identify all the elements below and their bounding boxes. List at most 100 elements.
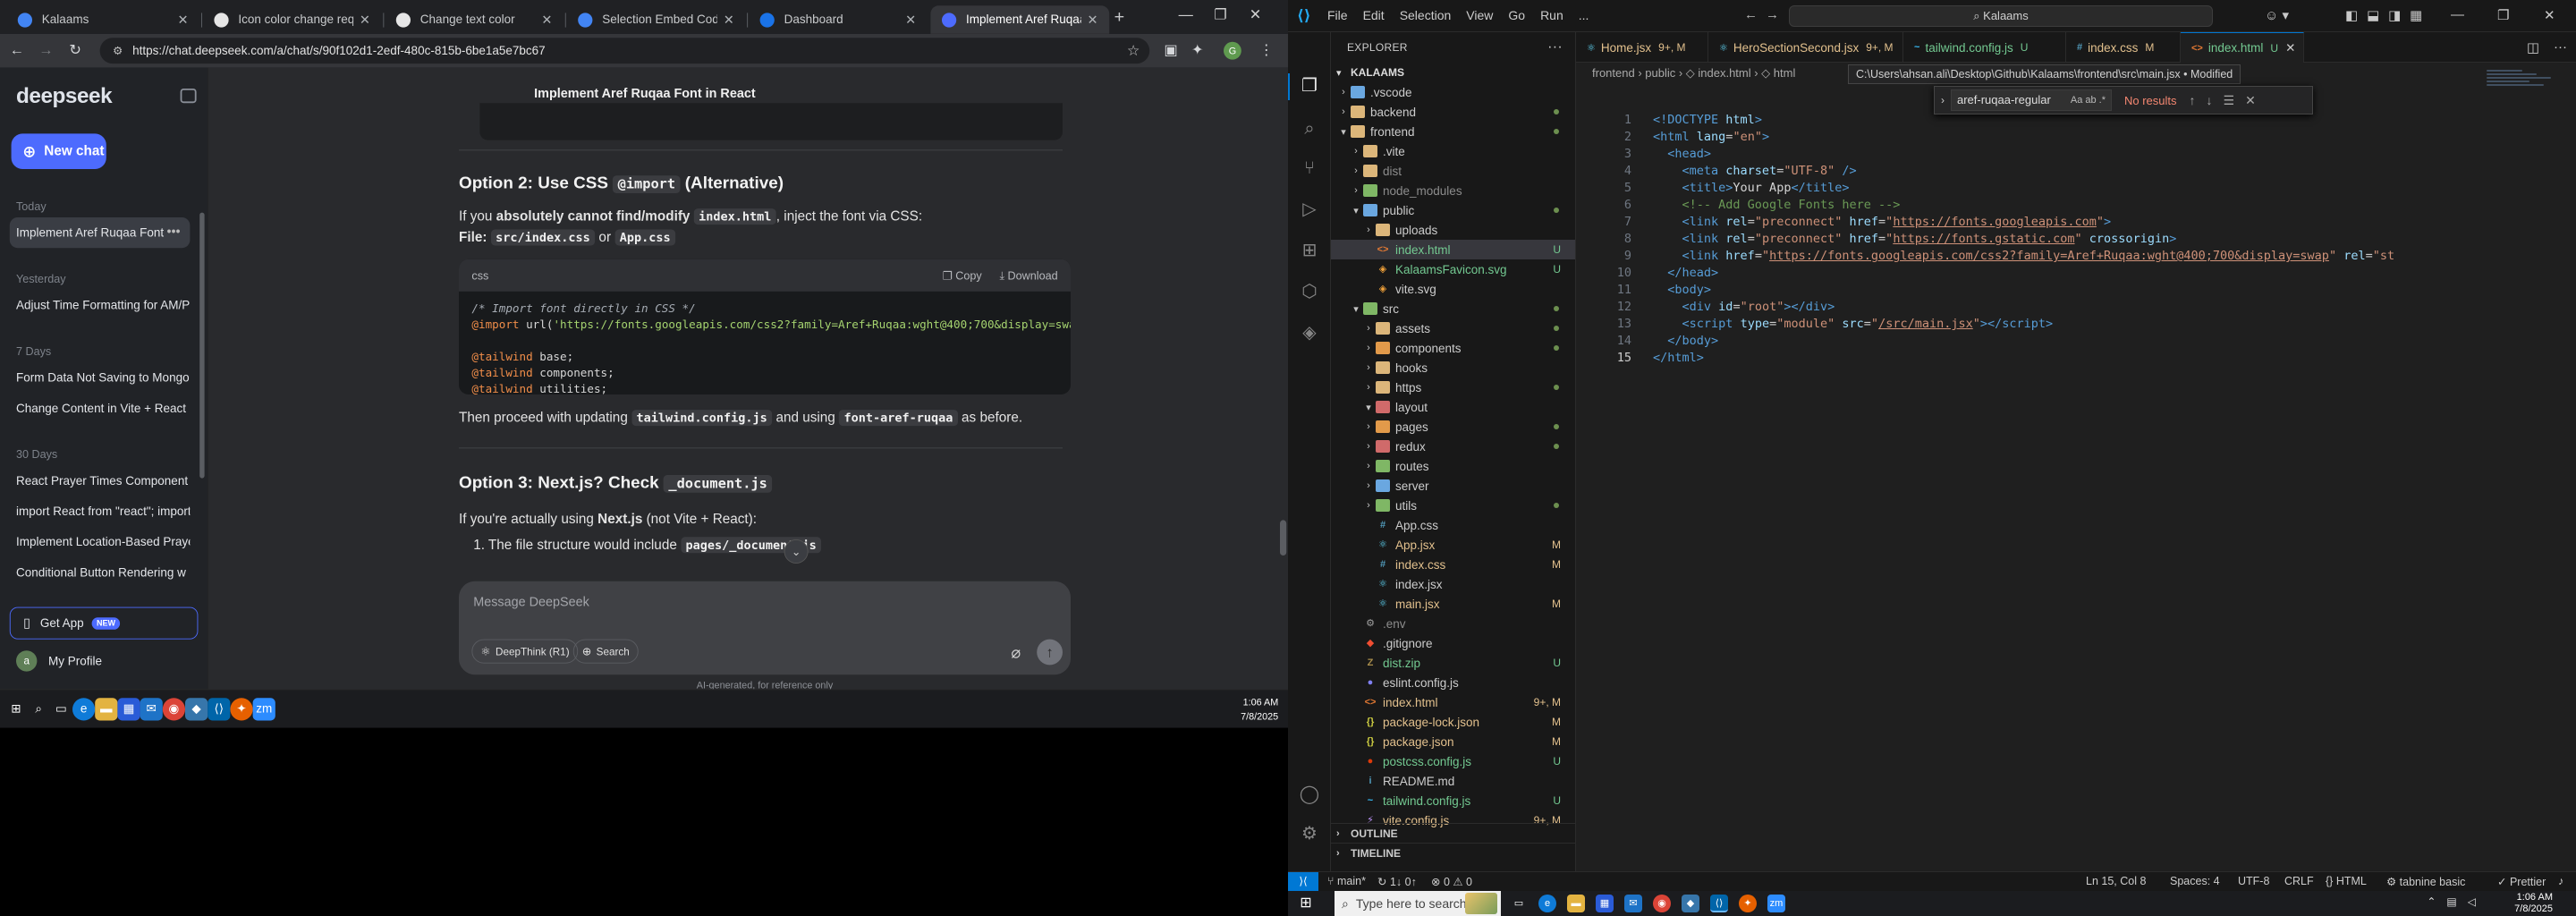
remote-indicator-icon[interactable]: ⟩⟨: [1288, 872, 1318, 892]
gear-icon[interactable]: ⚙: [1299, 823, 1320, 844]
search-icon[interactable]: ⌕: [1299, 118, 1320, 140]
git-branch[interactable]: ⑂ main*: [1327, 875, 1366, 887]
toggle-replace-icon[interactable]: ›: [1935, 94, 1951, 106]
app-icon[interactable]: ◆: [1682, 895, 1699, 912]
message-input[interactable]: Message DeepSeek: [473, 596, 589, 610]
my-profile-button[interactable]: a My Profile: [16, 650, 102, 672]
browser-tab[interactable]: Kalaams ✕: [6, 5, 199, 34]
download-button[interactable]: ⤓ Download: [999, 268, 1057, 282]
app-icon[interactable]: ◆: [185, 698, 208, 721]
toggle-panel-icon[interactable]: ⬓: [2367, 7, 2379, 23]
deepthink-toggle[interactable]: ⚛ DeepThink (R1): [471, 639, 579, 664]
folder-item[interactable]: › redux: [1331, 437, 1575, 456]
language-mode[interactable]: {} HTML: [2326, 875, 2367, 887]
menu-run[interactable]: Run: [1540, 8, 1563, 22]
file-item[interactable]: ◈ KalaamsFavicon.svg U: [1331, 259, 1575, 279]
page-scrollbar[interactable]: [1280, 520, 1287, 556]
history-item[interactable]: Adjust Time Formatting for AM/PM: [10, 290, 190, 320]
close-icon[interactable]: ✕: [724, 12, 734, 28]
menu-selection[interactable]: Selection: [1400, 8, 1452, 22]
edge-icon[interactable]: e: [1538, 895, 1556, 912]
mail-icon[interactable]: ✉: [1624, 895, 1642, 912]
indentation[interactable]: Spaces: 4: [2170, 875, 2220, 887]
problems-indicator[interactable]: ⊗ 0 ⚠ 0: [1431, 875, 1472, 888]
breadcrumb[interactable]: frontend › public › ◇ index.html › ◇ htm…: [1592, 66, 1795, 81]
file-explorer-icon[interactable]: ▬: [95, 698, 118, 721]
close-icon[interactable]: ✕: [905, 12, 916, 28]
back-icon[interactable]: ←: [1744, 7, 1758, 22]
paperclip-icon[interactable]: ⌀: [1011, 642, 1021, 663]
folder-item[interactable]: › assets: [1331, 318, 1575, 338]
folder-item[interactable]: › uploads: [1331, 220, 1575, 240]
browser-tab[interactable]: Dashboard ✕: [749, 5, 928, 34]
close-icon[interactable]: ✕: [178, 12, 189, 28]
folder-item[interactable]: › pages: [1331, 417, 1575, 437]
history-item[interactable]: Form Data Not Saving to MongoDB: [10, 362, 190, 393]
extensions-icon[interactable]: ⊞: [1299, 240, 1320, 261]
menu-kebab-icon[interactable]: ⋮: [1259, 42, 1274, 59]
previous-match-icon[interactable]: ↑: [2190, 93, 2196, 107]
send-button[interactable]: ↑: [1037, 639, 1063, 666]
folder-item[interactable]: › .vscode: [1331, 82, 1575, 102]
file-item[interactable]: ● eslint.config.js: [1331, 673, 1575, 692]
editor-tab[interactable]: ~ tailwind.config.js U: [1903, 32, 2066, 63]
zoom-icon[interactable]: zm: [1767, 895, 1785, 912]
close-icon[interactable]: ✕: [2285, 41, 2295, 55]
timeline-section[interactable]: › TIMELINE: [1331, 843, 1575, 862]
restore-icon[interactable]: ❐: [1214, 6, 1227, 23]
store-icon[interactable]: ▦: [117, 698, 140, 721]
store-icon[interactable]: ▦: [1596, 895, 1614, 912]
folder-item[interactable]: › .vite: [1331, 141, 1575, 161]
scroll-down-button[interactable]: ⌄: [784, 539, 809, 564]
workspace-root[interactable]: ▾ KALAAMS: [1331, 63, 1575, 82]
browser-tab[interactable]: Change text color ✕: [385, 5, 564, 34]
browser-tab[interactable]: Selection Embed Code - Goo ✕: [567, 5, 746, 34]
file-item[interactable]: Zdist.zip U: [1331, 653, 1575, 673]
line-ending[interactable]: CRLF: [2284, 875, 2314, 887]
mongodb-leaf-icon[interactable]: ◈: [1299, 322, 1320, 344]
tabnine-status[interactable]: ⚙ tabnine basic: [2386, 875, 2465, 888]
vscode-icon[interactable]: ⟨⟩: [1710, 895, 1728, 912]
remote-explorer-icon[interactable]: ⬡: [1299, 281, 1320, 302]
file-item[interactable]: {} package.json M: [1331, 732, 1575, 751]
forward-icon[interactable]: →: [1766, 7, 1779, 22]
encoding[interactable]: UTF-8: [2238, 875, 2269, 887]
close-icon[interactable]: ✕: [541, 12, 552, 28]
menu-view[interactable]: View: [1466, 8, 1493, 22]
file-item[interactable]: ⚛ main.jsx M: [1331, 594, 1575, 614]
firefox-icon[interactable]: ✦: [1739, 895, 1757, 912]
next-match-icon[interactable]: ↓: [2207, 93, 2213, 107]
message-composer[interactable]: Message DeepSeek ⚛ DeepThink (R1) ⊕ Search…: [459, 581, 1071, 675]
folder-item[interactable]: ▾ frontend: [1331, 122, 1575, 141]
taskbar-search[interactable]: ⌕ Type here to search: [1335, 891, 1501, 916]
avatar[interactable]: G: [1224, 41, 1241, 60]
reload-icon[interactable]: ↻: [69, 42, 81, 59]
close-window-icon[interactable]: ✕: [2544, 7, 2555, 23]
minimap[interactable]: [2487, 68, 2558, 104]
file-item[interactable]: # App.css: [1331, 515, 1575, 535]
layout-icon[interactable]: ▦: [2410, 7, 2422, 23]
file-item[interactable]: i README.md: [1331, 771, 1575, 791]
windows-start-icon[interactable]: ⊞: [4, 698, 27, 720]
get-app-button[interactable]: ▯ Get App NEW: [9, 606, 199, 640]
address-bar[interactable]: ⚙ https://chat.deepseek.com/a/chat/s/90f…: [99, 38, 1150, 64]
restore-icon[interactable]: ❐: [2497, 7, 2509, 23]
split-editor-icon[interactable]: ◫: [2527, 39, 2539, 55]
browser-tab[interactable]: Icon color change request ✕: [203, 5, 382, 34]
find-in-selection-icon[interactable]: ☰: [2224, 93, 2235, 108]
chevron-up-icon[interactable]: ⌃: [2427, 895, 2436, 908]
minimize-icon[interactable]: —: [1179, 6, 1193, 23]
search-toggle[interactable]: ⊕ Search: [572, 639, 639, 664]
folder-item[interactable]: › dist: [1331, 161, 1575, 181]
bookmark-star-icon[interactable]: ☆: [1127, 42, 1140, 59]
new-chat-button[interactable]: ⊕ New chat: [11, 133, 106, 169]
file-item[interactable]: ◆ .gitignore: [1331, 633, 1575, 653]
mail-icon[interactable]: ✉: [140, 698, 163, 721]
history-item[interactable]: import React from "react"; import: [10, 496, 190, 526]
menu-edit[interactable]: Edit: [1363, 8, 1385, 22]
source-control-icon[interactable]: ⑂: [1299, 157, 1320, 179]
task-view-icon[interactable]: ▭: [1510, 895, 1528, 912]
folder-item[interactable]: ▾ layout: [1331, 397, 1575, 417]
menu-more[interactable]: ...: [1579, 8, 1589, 22]
minimize-icon[interactable]: —: [2451, 7, 2464, 22]
